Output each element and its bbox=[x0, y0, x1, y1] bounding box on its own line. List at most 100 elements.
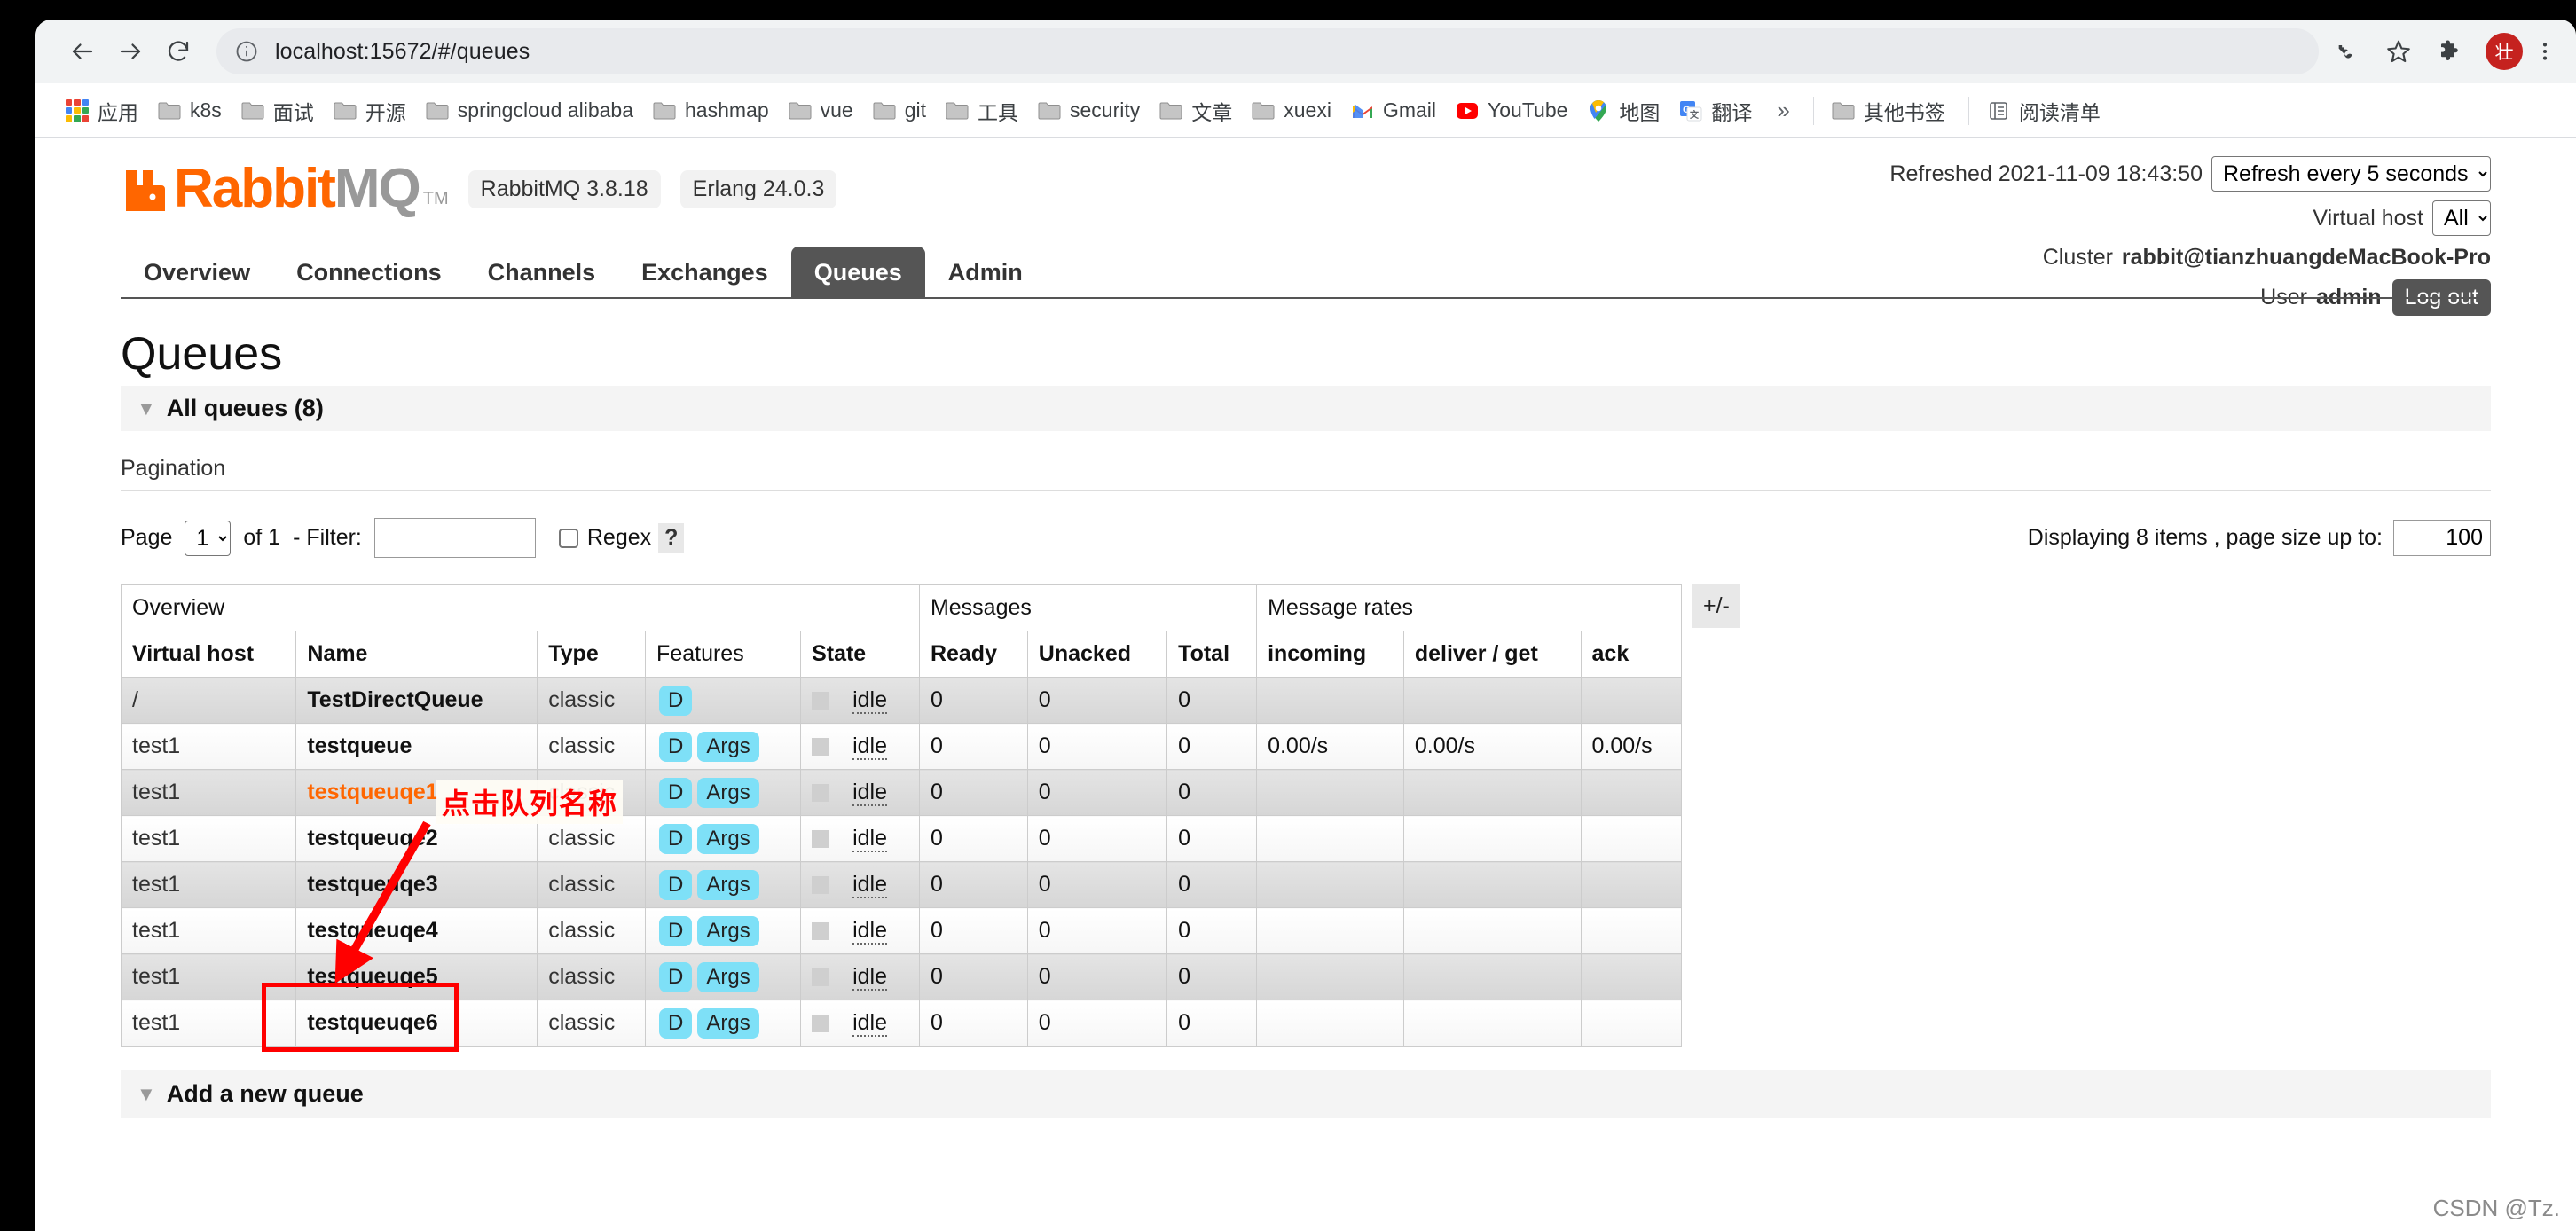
avatar[interactable]: 壮 bbox=[2486, 33, 2523, 70]
col-unacked[interactable]: Unacked bbox=[1026, 631, 1168, 678]
vhost-select[interactable]: All bbox=[2432, 200, 2491, 236]
cell-total: 0 bbox=[1166, 1000, 1258, 1047]
cell-features: D Args bbox=[645, 815, 802, 862]
feature-badge-args[interactable]: Args bbox=[697, 823, 759, 854]
feature-badge-d[interactable]: D bbox=[659, 915, 693, 946]
cell-unacked: 0 bbox=[1026, 1000, 1168, 1047]
regex-help-icon[interactable]: ? bbox=[658, 523, 685, 553]
forward-arrow-icon[interactable] bbox=[106, 27, 154, 75]
page-number-select[interactable]: 1 bbox=[185, 520, 232, 556]
tab-connections[interactable]: Connections bbox=[273, 247, 465, 297]
col-virtual-host[interactable]: Virtual host bbox=[120, 631, 297, 678]
all-queues-label: All queues (8) bbox=[166, 395, 324, 421]
col-ready[interactable]: Ready bbox=[918, 631, 1028, 678]
page-size-input[interactable] bbox=[2393, 520, 2491, 556]
filter-input[interactable] bbox=[373, 518, 536, 558]
cell-incoming bbox=[1256, 815, 1404, 862]
regex-checkbox-group[interactable]: Regex bbox=[558, 525, 652, 551]
bookmark-label: 面试 bbox=[272, 100, 314, 124]
reading-list-label: 阅读清单 bbox=[2018, 100, 2101, 124]
queue-name-link[interactable]: testqueuqe2 bbox=[307, 826, 437, 851]
cell-type: classic bbox=[537, 861, 647, 908]
column-toggle-button[interactable]: +/- bbox=[1692, 584, 1740, 628]
bookmark-translate[interactable]: G文 翻译 bbox=[1672, 91, 1759, 130]
bookmarks-overflow-icon[interactable]: » bbox=[1764, 97, 1802, 124]
cell-ready: 0 bbox=[918, 861, 1028, 908]
feature-badge-d[interactable]: D bbox=[659, 777, 693, 808]
cell-queue-name[interactable]: testqueuqe3 bbox=[295, 861, 538, 908]
bookmark-hashmap[interactable]: hashmap bbox=[646, 94, 776, 127]
cell-queue-name[interactable]: TestDirectQueue bbox=[295, 677, 538, 724]
puzzle-extensions-icon[interactable] bbox=[2427, 28, 2473, 74]
star-icon[interactable] bbox=[2376, 28, 2422, 74]
bookmark-youtube[interactable]: YouTube bbox=[1449, 94, 1575, 127]
address-bar[interactable]: localhost:15672/#/queues bbox=[216, 28, 2319, 74]
tab-channels[interactable]: Channels bbox=[465, 247, 619, 297]
feature-badge-args[interactable]: Args bbox=[697, 777, 759, 808]
queue-name-link[interactable]: testqueuqe3 bbox=[307, 872, 437, 897]
bookmark-gmail[interactable]: Gmail bbox=[1344, 94, 1443, 127]
refresh-interval-select[interactable]: Refresh every 5 seconds bbox=[2211, 156, 2491, 192]
feature-badge-args[interactable]: Args bbox=[697, 915, 759, 946]
feature-badge-args[interactable]: Args bbox=[697, 869, 759, 900]
feature-badge-d[interactable]: D bbox=[659, 685, 693, 716]
other-bookmarks[interactable]: 其他书签 bbox=[1825, 91, 1952, 130]
bookmark-gongju[interactable]: 工具 bbox=[939, 91, 1025, 130]
col-ack[interactable]: ack bbox=[1580, 631, 1683, 678]
reload-icon[interactable] bbox=[154, 27, 202, 75]
tab-admin[interactable]: Admin bbox=[925, 247, 1046, 297]
bookmark-label: 开源 bbox=[365, 100, 406, 124]
add-queue-section-header[interactable]: ▼ Add a new queue bbox=[121, 1070, 2491, 1118]
back-arrow-icon[interactable] bbox=[59, 27, 106, 75]
feature-badge-args[interactable]: Args bbox=[697, 731, 759, 762]
queue-name-link[interactable]: testqueuqe4 bbox=[307, 918, 437, 943]
queue-name-link[interactable]: testqueue bbox=[307, 733, 412, 758]
bookmark-label: YouTube bbox=[1488, 98, 1568, 122]
tab-overview[interactable]: Overview bbox=[121, 247, 273, 297]
queue-name-link[interactable]: TestDirectQueue bbox=[307, 687, 483, 712]
reading-list-icon bbox=[1987, 99, 2010, 122]
regex-checkbox[interactable] bbox=[558, 528, 578, 548]
col-incoming[interactable]: incoming bbox=[1256, 631, 1404, 678]
bookmark-k8s[interactable]: k8s bbox=[151, 94, 229, 127]
feature-badge-d[interactable]: D bbox=[659, 731, 693, 762]
cell-queue-name[interactable]: testqueuqe4 bbox=[295, 907, 538, 954]
feature-badge-d[interactable]: D bbox=[659, 869, 693, 900]
bookmark-xuexi[interactable]: xuexi bbox=[1245, 94, 1339, 127]
tab-queues[interactable]: Queues bbox=[790, 247, 925, 297]
queue-name-link[interactable]: testqueuqe1 bbox=[307, 780, 437, 804]
feature-badge-d[interactable]: D bbox=[659, 823, 693, 854]
bookmark-maps[interactable]: 地图 bbox=[1580, 91, 1667, 130]
col-deliver-get[interactable]: deliver / get bbox=[1402, 631, 1582, 678]
other-bookmarks-label: 其他书签 bbox=[1863, 100, 1945, 124]
bookmark-label: hashmap bbox=[685, 98, 769, 122]
bookmark-mianshi[interactable]: 面试 bbox=[234, 91, 321, 130]
bookmark-git[interactable]: git bbox=[866, 94, 933, 127]
rabbitmq-logo[interactable]: Rabbit MQ TM bbox=[121, 161, 449, 216]
kebab-menu-icon[interactable] bbox=[2530, 28, 2560, 74]
bookmark-security[interactable]: security bbox=[1031, 94, 1147, 127]
tab-exchanges[interactable]: Exchanges bbox=[618, 247, 791, 297]
feature-badge-d[interactable]: D bbox=[659, 1008, 693, 1039]
bookmark-vue[interactable]: vue bbox=[781, 94, 860, 127]
reading-list[interactable]: 阅读清单 bbox=[1980, 91, 2108, 130]
col-total[interactable]: Total bbox=[1166, 631, 1258, 678]
regex-label: Regex bbox=[586, 525, 652, 550]
feature-badge-args[interactable]: Args bbox=[697, 1008, 759, 1039]
cell-queue-name[interactable]: testqueue bbox=[295, 723, 538, 770]
col-type[interactable]: Type bbox=[537, 631, 647, 678]
bookmark-wenzhang[interactable]: 文章 bbox=[1152, 91, 1239, 130]
bookmark-apps[interactable]: 应用 bbox=[59, 91, 145, 130]
gmail-icon bbox=[1351, 99, 1374, 122]
feature-badge-d[interactable]: D bbox=[659, 961, 693, 992]
key-icon[interactable] bbox=[2324, 28, 2370, 74]
col-name[interactable]: Name bbox=[295, 631, 538, 678]
cell-features: D Args bbox=[645, 723, 802, 770]
bookmark-kaiyuan[interactable]: 开源 bbox=[326, 91, 413, 130]
bookmark-springcloud-alibaba[interactable]: springcloud alibaba bbox=[419, 94, 640, 127]
feature-badge-args[interactable]: Args bbox=[697, 961, 759, 992]
bookmark-label: security bbox=[1070, 98, 1141, 122]
cell-ack bbox=[1580, 861, 1683, 908]
all-queues-section-header[interactable]: ▼ All queues (8) bbox=[121, 386, 2491, 431]
col-state[interactable]: State bbox=[800, 631, 920, 678]
